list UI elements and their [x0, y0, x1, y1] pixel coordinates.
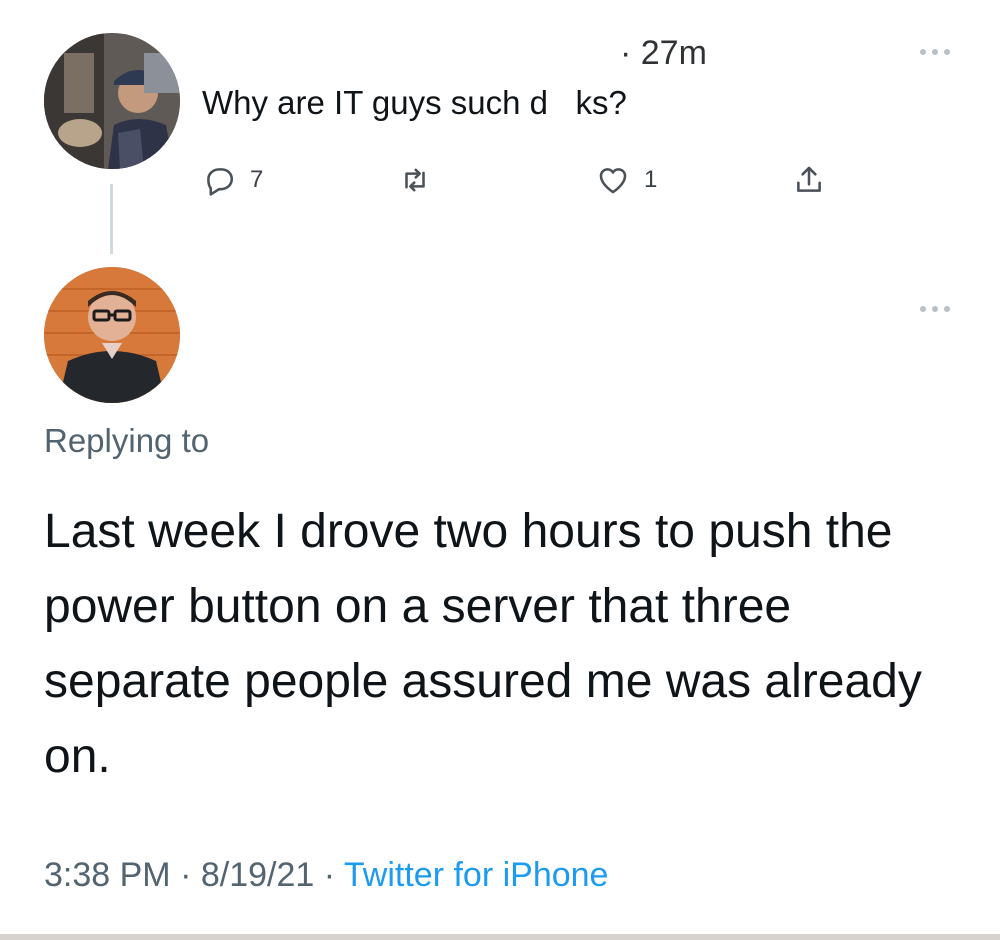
tweet-meta: 3:38 PM · 8/19/21 · Twitter for iPhone — [44, 856, 608, 895]
bottom-divider — [0, 934, 1000, 940]
reply-author-avatar[interactable] — [44, 267, 180, 403]
share-icon — [797, 166, 821, 192]
more-icon[interactable] — [918, 45, 958, 59]
retweet-icon — [405, 168, 425, 192]
share-button[interactable] — [792, 160, 826, 200]
tweet-text: Why are IT guys such d ks? — [202, 84, 627, 121]
reply-button[interactable]: 7 — [202, 160, 263, 200]
heart-icon — [599, 168, 627, 194]
like-button[interactable]: 1 — [596, 160, 657, 200]
meta-separator: · — [314, 856, 344, 894]
meta-separator: · — [170, 856, 201, 894]
avatar-photo — [44, 33, 180, 169]
reply-tweet-text: Last week I drove two hours to push the … — [44, 505, 922, 783]
like-count: 1 — [644, 166, 658, 193]
tweet-date[interactable]: 8/19/21 — [201, 856, 314, 894]
tweet-source-link[interactable]: Twitter for iPhone — [344, 856, 609, 894]
replying-to-label: Replying to — [44, 422, 210, 459]
avatar-photo — [44, 267, 180, 403]
tweet-time[interactable]: 3:38 PM — [44, 856, 171, 894]
retweet-button[interactable] — [398, 160, 446, 200]
reply-count: 7 — [250, 166, 264, 193]
tweet-timestamp[interactable]: · 27m — [620, 34, 707, 73]
thread-connector-line — [110, 184, 113, 254]
comment-icon — [207, 168, 234, 196]
more-icon[interactable] — [918, 302, 958, 316]
author-avatar[interactable] — [44, 33, 180, 169]
